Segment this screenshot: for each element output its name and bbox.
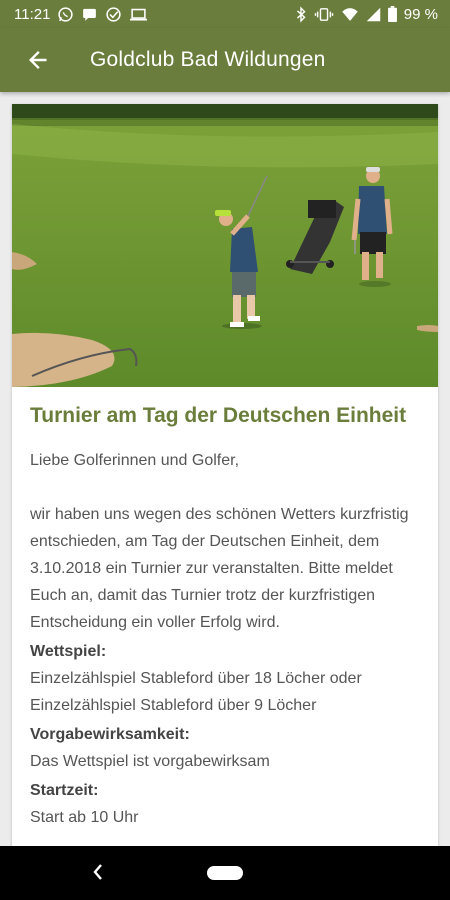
battery-percent: 99 %	[403, 5, 438, 23]
status-right: 99 %	[295, 6, 438, 23]
nav-back-icon[interactable]	[92, 862, 104, 882]
vorgabe-text: Das Wettspiel ist vorgabewirksam	[30, 753, 270, 770]
check-circle-icon	[106, 6, 122, 22]
navigation-bar	[0, 846, 450, 900]
status-time: 11:21	[14, 5, 51, 23]
startzeit-text: Start ab 10 Uhr	[30, 809, 139, 826]
app-title: Goldclub Bad Wildungen	[90, 48, 326, 71]
app-bar: Goldclub Bad Wildungen	[0, 28, 450, 92]
vorgabe-label: Vorgabewirksamkeit:	[30, 726, 190, 743]
article-greeting: Liebe Golferinnen und Golfer,	[30, 452, 240, 469]
whatsapp-icon	[58, 6, 74, 22]
signal-icon	[366, 7, 381, 21]
wifi-icon	[342, 7, 358, 21]
battery-icon	[387, 6, 397, 22]
article-content: Turnier am Tag der Deutschen Einheit Lie…	[12, 403, 438, 831]
wettspiel-label: Wettspiel:	[30, 643, 107, 660]
status-bar: 11:21 99 %	[0, 0, 450, 28]
hero-image	[12, 104, 438, 387]
message-icon	[83, 8, 97, 21]
laptop-icon	[130, 8, 148, 21]
status-left: 11:21	[14, 6, 148, 23]
back-arrow-icon	[28, 50, 47, 70]
article-card: Turnier am Tag der Deutschen Einheit Lie…	[12, 104, 438, 864]
wettspiel-text: Einzelzählspiel Stableford über 18 Löche…	[30, 670, 362, 714]
article-intro: wir haben uns wegen des schönen Wetters …	[30, 506, 409, 631]
article-title: Turnier am Tag der Deutschen Einheit	[30, 404, 407, 427]
vibrate-icon	[314, 7, 334, 21]
home-pill[interactable]	[207, 866, 243, 880]
back-button[interactable]	[8, 28, 68, 92]
startzeit-label: Startzeit:	[30, 782, 99, 799]
bluetooth-icon	[296, 5, 306, 23]
